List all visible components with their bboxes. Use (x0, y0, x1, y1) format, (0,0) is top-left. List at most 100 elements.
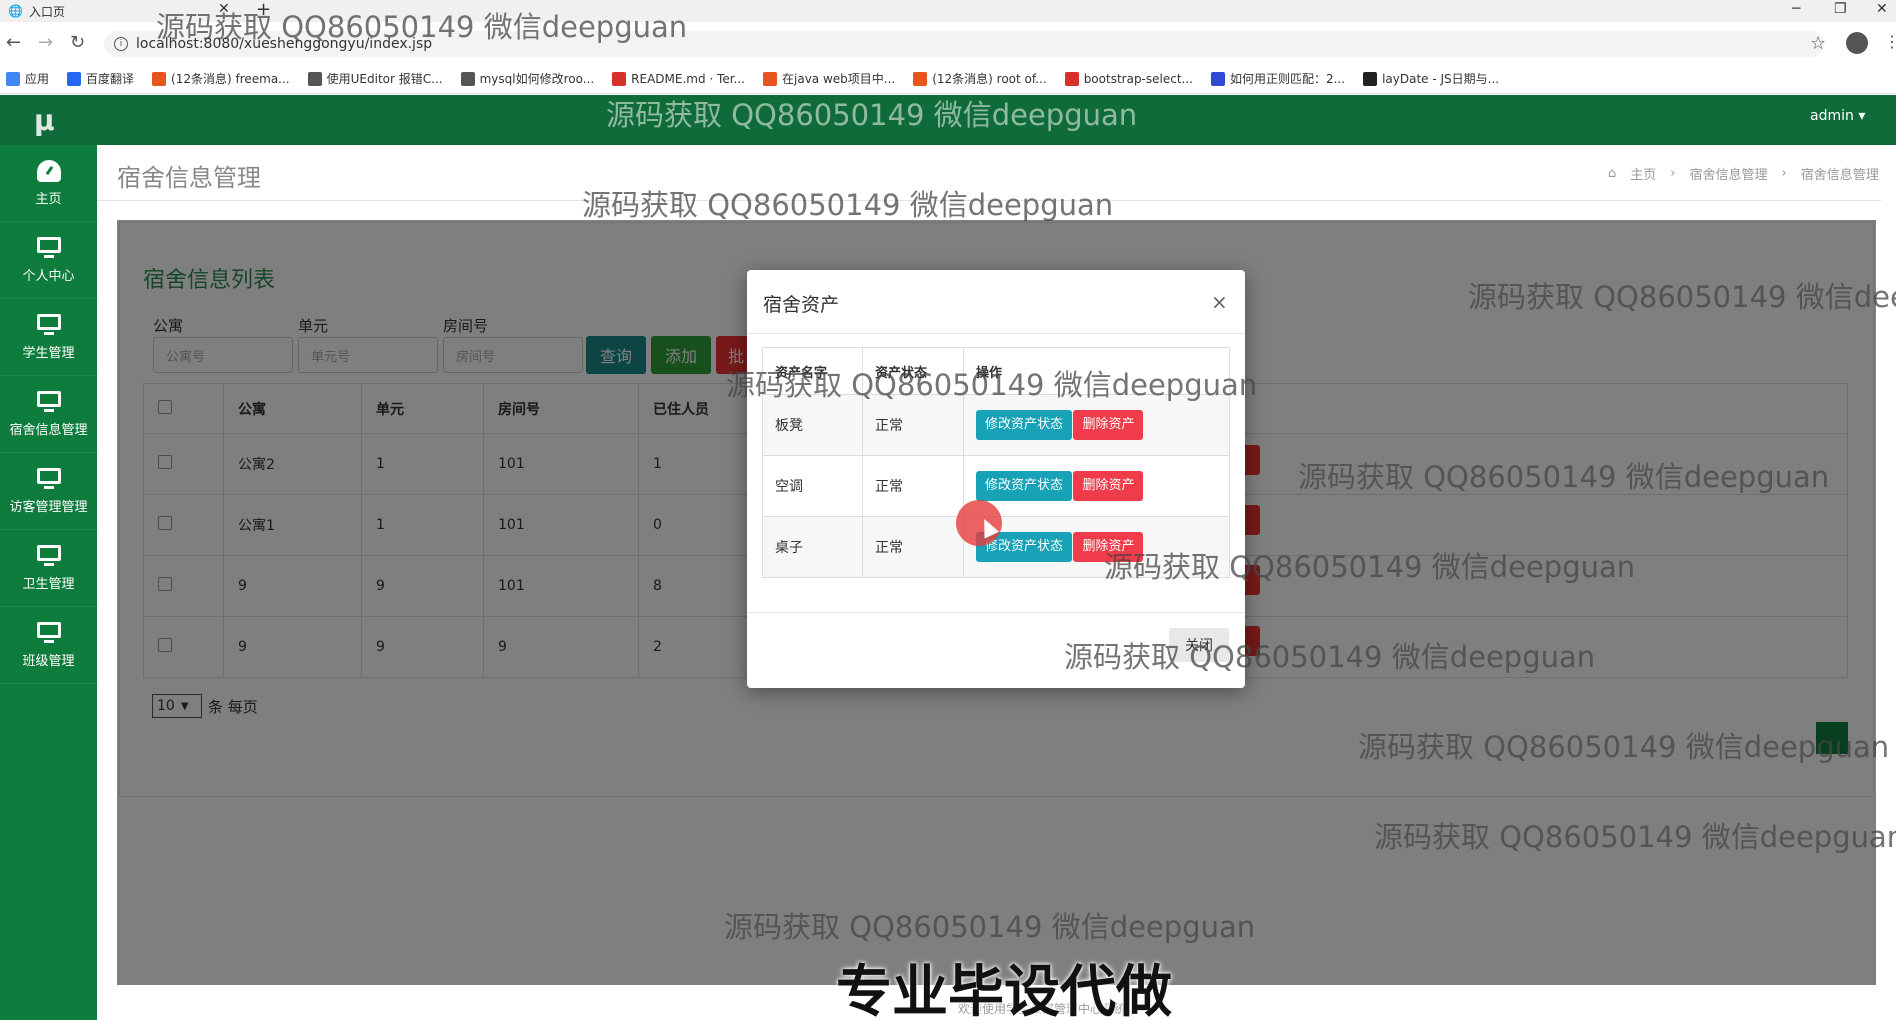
close-icon[interactable]: × (1211, 290, 1228, 314)
bookmark-favicon-icon (307, 71, 322, 86)
delete-asset-button[interactable]: 删除资产 (1073, 410, 1144, 440)
asset-status-cell: 正常 (862, 394, 964, 456)
sidebar-item[interactable]: 个人中心 (0, 222, 97, 299)
page-title: 宿舍信息管理 (117, 164, 261, 192)
bookmark-favicon-icon (1064, 71, 1079, 86)
asset-status-cell: 正常 (862, 516, 964, 578)
breadcrumb: ⌂ 主页 › 宿舍信息管理 › 宿舍信息管理 (1608, 164, 1879, 183)
minimize-icon[interactable]: ─ (1792, 1, 1800, 17)
browser-titlebar: 🌐 入口页 ✕ + ─ ❐ ✕ (0, 0, 1896, 22)
asset-actions-cell: 修改资产状态 删除资产 (963, 516, 1230, 578)
monitor-icon (35, 467, 63, 490)
asset-status-cell: 正常 (862, 455, 964, 517)
breadcrumb-separator: › (1670, 166, 1676, 181)
bookmark-item[interactable]: layDate - JS日期与... (1363, 70, 1499, 87)
tab-title: 入口页 (28, 4, 65, 19)
bookmark-item[interactable]: 应用 (6, 70, 49, 87)
bookmark-item[interactable]: mysql如何修改roo... (460, 70, 595, 87)
reload-icon[interactable]: ↻ (70, 32, 85, 53)
asset-table: 资产名字 资产状态 操作 板凳 正常 修改资产状态 删除资产 空调 正常 修改资… (762, 347, 1230, 578)
sidebar-item-label: 班级管理 (22, 653, 75, 669)
modal-footer-divider (747, 612, 1245, 613)
bookmark-favicon-icon (1363, 71, 1378, 86)
bookmark-item[interactable]: 百度翻译 (67, 70, 134, 87)
monitor-icon (35, 390, 63, 413)
breadcrumb-section[interactable]: 宿舍信息管理 (1689, 164, 1767, 183)
bookmark-item[interactable]: (12条消息) root of... (913, 70, 1047, 87)
monitor-icon (35, 621, 63, 644)
edit-asset-status-button[interactable]: 修改资产状态 (976, 410, 1073, 440)
dashboard-icon (35, 159, 63, 182)
bookmark-label: 百度翻译 (86, 72, 135, 86)
bookmark-label: bootstrap-select... (1083, 71, 1193, 86)
bookmark-item[interactable]: 在java web项目中... (763, 70, 895, 87)
asset-name-cell: 板凳 (762, 394, 863, 456)
asset-actions-cell: 修改资产状态 删除资产 (963, 455, 1230, 517)
new-tab-icon[interactable]: + (256, 0, 271, 20)
bookmark-favicon-icon (460, 71, 475, 86)
sidebar-item-label: 主页 (35, 191, 62, 207)
asset-header-row: 资产名字 资产状态 操作 (762, 347, 1230, 395)
close-button[interactable]: 关闭 (1169, 628, 1229, 662)
profile-avatar-icon[interactable] (1846, 32, 1868, 54)
asset-name-cell: 桌子 (762, 516, 863, 578)
breadcrumb-current: 宿舍信息管理 (1800, 168, 1879, 183)
column-header: 操作 (963, 347, 1230, 395)
sidebar-item[interactable]: 主页 (0, 145, 97, 222)
sidebar-item[interactable]: 宿舍信息管理 (0, 376, 97, 453)
column-header: 资产名字 (762, 347, 863, 395)
sidebar-item-label: 宿舍信息管理 (9, 422, 88, 438)
bookmark-label: (12条消息) root of... (932, 72, 1047, 86)
bookmark-favicon-icon (763, 71, 777, 86)
bookmark-label: README.md · Ter... (631, 71, 745, 86)
restore-icon[interactable]: ❐ (1834, 1, 1847, 17)
promo-banner: 专业毕设代做 (836, 960, 1172, 1020)
bookmark-item[interactable]: README.md · Ter... (612, 71, 745, 86)
sidebar-item[interactable]: 班级管理 (0, 607, 97, 684)
forward-icon[interactable]: → (38, 32, 53, 53)
globe-icon: 🌐 (8, 4, 23, 18)
sidebar-item-label: 访客管理管理 (9, 499, 88, 515)
sidebar-item-label: 卫生管理 (22, 576, 75, 592)
sidebar-item[interactable]: 卫生管理 (0, 530, 97, 607)
monitor-icon (35, 313, 63, 336)
bookmark-item[interactable]: (12条消息) freema... (152, 70, 290, 87)
tab-close-icon[interactable]: ✕ (218, 1, 230, 17)
sidebar-item-label: 学生管理 (22, 345, 75, 361)
home-icon: ⌂ (1608, 166, 1617, 181)
sidebar-item[interactable]: 访客管理管理 (0, 453, 97, 530)
breadcrumb-home[interactable]: 主页 (1630, 164, 1656, 183)
delete-asset-button[interactable]: 删除资产 (1073, 471, 1144, 501)
bookmark-label: 如何用正则匹配：2... (1229, 72, 1346, 86)
address-bar[interactable]: i localhost:8080/xueshenggongyu/index.js… (104, 31, 1824, 57)
asset-modal: 宿舍资产 × 资产名字 资产状态 操作 板凳 正常 修改资产状态 删除资产 空调… (747, 270, 1245, 688)
monitor-icon (35, 236, 63, 259)
bookmark-item[interactable]: 如何用正则匹配：2... (1210, 70, 1346, 87)
browser-menu-icon[interactable]: ⋮ (1884, 32, 1896, 51)
breadcrumb-separator: › (1781, 166, 1787, 181)
bookmark-favicon-icon (152, 71, 167, 86)
close-window-icon[interactable]: ✕ (1876, 1, 1888, 17)
bookmark-item[interactable]: 使用UEditor 报错C... (307, 70, 443, 87)
bookmark-label: 使用UEditor 报错C... (326, 72, 443, 86)
bookmark-star-icon[interactable]: ☆ (1810, 33, 1826, 54)
monitor-icon (35, 544, 63, 567)
bookmark-label: 应用 (25, 72, 50, 86)
sidebar: 主页个人中心学生管理宿舍信息管理 访客管理管理 卫生管理班级管理 (0, 145, 97, 1020)
column-header: 资产状态 (862, 347, 964, 395)
bookmarks-bar: 应用 百度翻译 (12条消息) freema... 使用UEditor 报错C... m… (0, 64, 1896, 94)
bookmark-label: 在java web项目中... (782, 72, 896, 86)
bookmark-favicon-icon (67, 71, 82, 86)
bookmark-label: mysql如何修改roo... (479, 72, 595, 86)
bookmark-label: layDate - JS日期与... (1382, 72, 1500, 86)
bookmark-favicon-icon (612, 71, 627, 86)
user-menu[interactable]: admin ▾ (1810, 108, 1865, 124)
edit-asset-status-button[interactable]: 修改资产状态 (976, 471, 1073, 501)
bookmark-item[interactable]: bootstrap-select... (1064, 71, 1193, 86)
browser-tab[interactable]: 🌐 入口页 (8, 1, 65, 21)
delete-asset-button[interactable]: 删除资产 (1073, 532, 1144, 562)
sidebar-item-label: 个人中心 (22, 268, 75, 284)
back-icon[interactable]: ← (6, 32, 21, 53)
app-logo[interactable]: μ (34, 104, 55, 137)
sidebar-item[interactable]: 学生管理 (0, 299, 97, 376)
